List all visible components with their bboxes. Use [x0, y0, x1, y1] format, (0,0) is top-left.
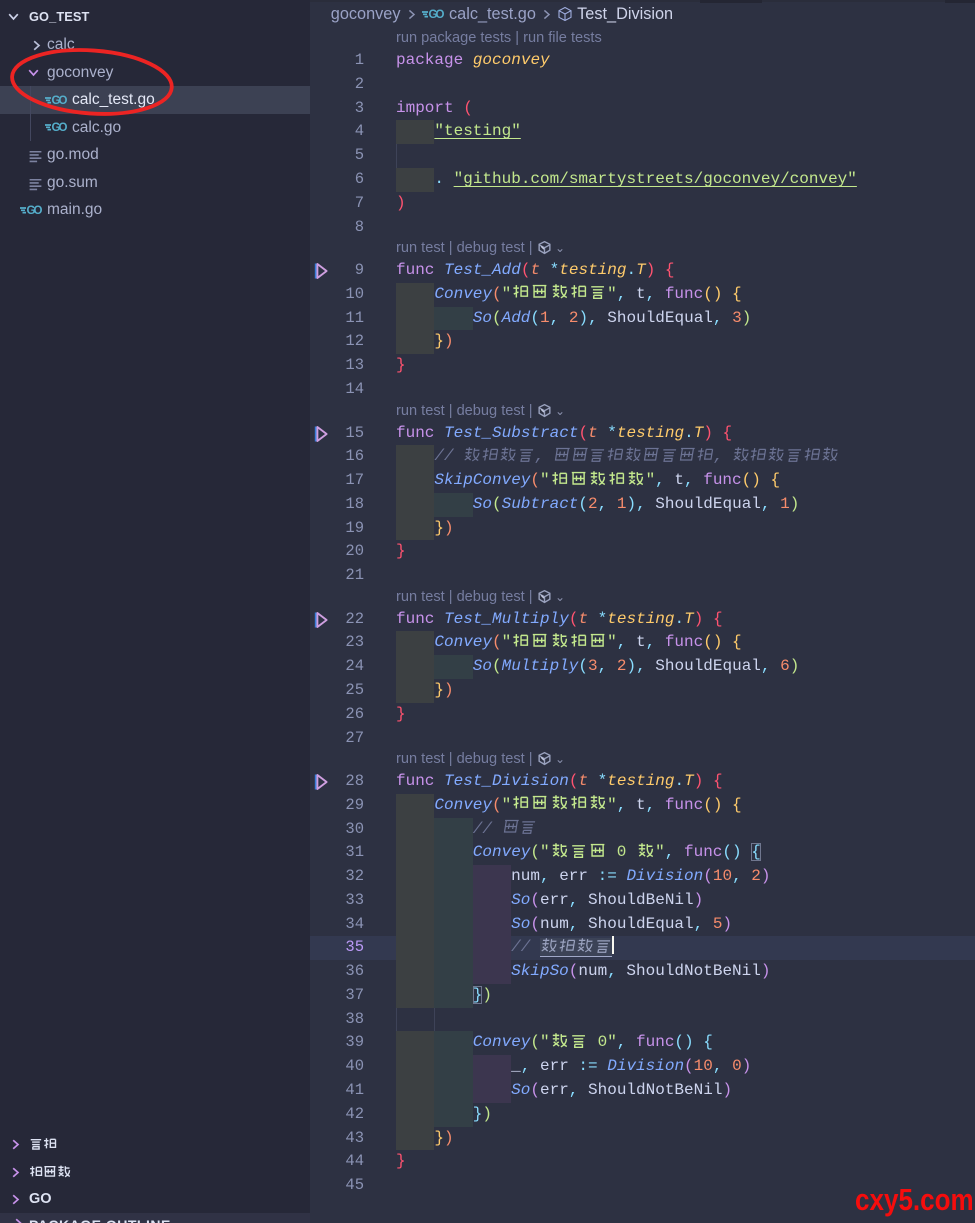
- svg-text:GO: GO: [27, 205, 43, 216]
- svg-text:GO: GO: [52, 122, 68, 133]
- svg-text:GO: GO: [428, 9, 444, 20]
